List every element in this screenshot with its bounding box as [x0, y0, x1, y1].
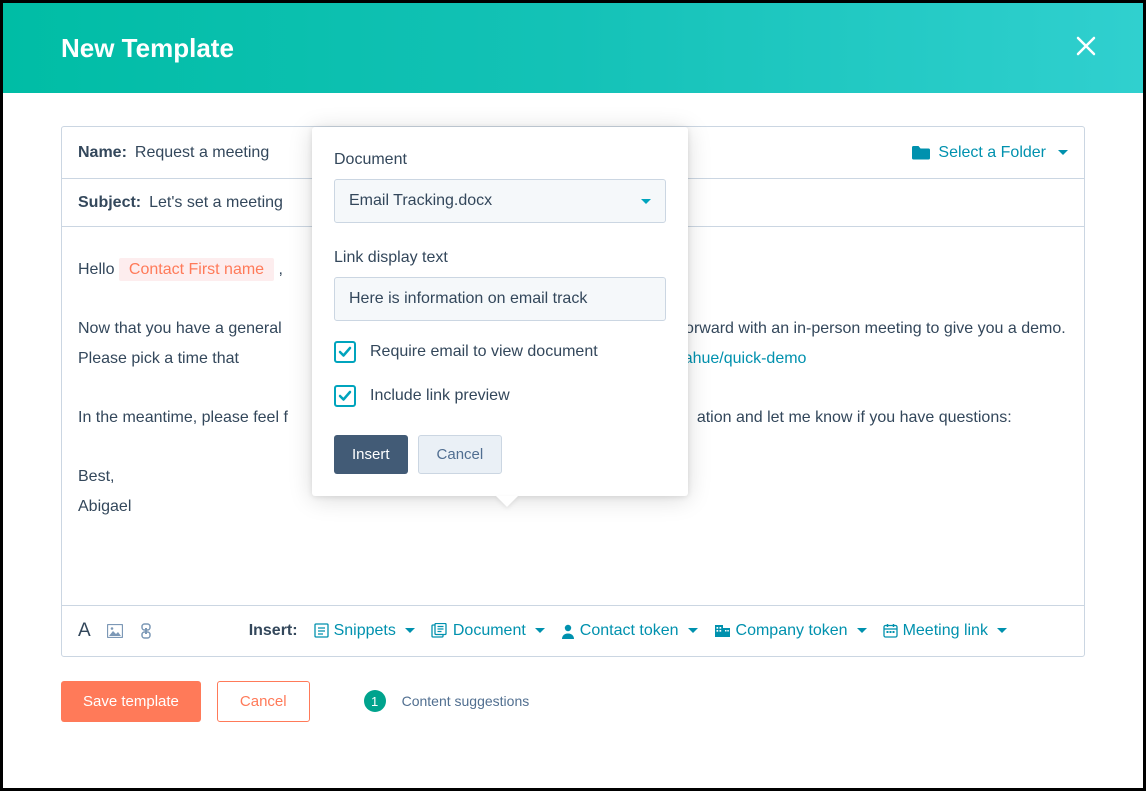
subject-value[interactable]: Let's set a meeting	[149, 194, 283, 212]
body-para2a: In the meantime, please feel f	[78, 409, 288, 426]
chevron-down-icon	[997, 628, 1007, 633]
document-icon	[431, 623, 448, 638]
contact-icon	[561, 623, 575, 639]
name-value[interactable]: Request a meeting	[135, 144, 269, 162]
body-para1a: Now that you have a general	[78, 320, 286, 337]
document-select-value: Email Tracking.docx	[349, 192, 492, 210]
subject-label: Subject:	[78, 194, 141, 212]
folder-select[interactable]: Select a Folder	[912, 144, 1068, 162]
editor-toolbar: A Insert: Snippets Document Contact toke	[62, 605, 1084, 656]
require-email-checkbox[interactable]	[334, 341, 356, 363]
chevron-down-icon	[857, 628, 867, 633]
chevron-down-icon	[535, 628, 545, 633]
link-display-text-input[interactable]	[334, 277, 666, 321]
modal-header: New Template	[3, 3, 1143, 93]
include-preview-label: Include link preview	[370, 387, 510, 405]
link-icon[interactable]	[139, 623, 153, 639]
text-style-icon[interactable]: A	[78, 620, 91, 642]
modal-title: New Template	[61, 33, 234, 64]
insert-snippets[interactable]: Snippets	[314, 622, 415, 640]
company-icon	[714, 623, 731, 638]
popover-insert-button[interactable]: Insert	[334, 435, 408, 474]
contact-token-chip[interactable]: Contact First name	[119, 258, 274, 281]
close-icon[interactable]	[1075, 34, 1097, 62]
folder-label: Select a Folder	[938, 144, 1046, 162]
document-select[interactable]: Email Tracking.docx	[334, 179, 666, 223]
document-insert-popover: Document Email Tracking.docx Link displa…	[312, 127, 688, 496]
chevron-down-icon	[641, 199, 651, 204]
body-greeting-suffix: ,	[279, 261, 283, 278]
chevron-down-icon	[688, 628, 698, 633]
insert-meeting-link[interactable]: Meeting link	[883, 622, 1007, 640]
footer-row: Save template Cancel 1 Content suggestio…	[61, 657, 1085, 722]
content-suggestions-label[interactable]: Content suggestions	[402, 693, 530, 709]
save-template-button[interactable]: Save template	[61, 681, 201, 722]
document-select-label: Document	[334, 151, 666, 169]
folder-icon	[912, 145, 930, 160]
snippets-icon	[314, 623, 329, 638]
popover-cancel-button[interactable]: Cancel	[418, 435, 503, 474]
body-para2b: ation and let me know if you have questi…	[697, 409, 1012, 426]
image-icon[interactable]	[107, 624, 123, 638]
calendar-icon	[883, 623, 898, 638]
insert-company-token[interactable]: Company token	[714, 622, 867, 640]
signoff-name: Abigael	[78, 492, 1068, 522]
name-label: Name:	[78, 144, 127, 162]
chevron-down-icon	[1058, 150, 1068, 155]
link-text-label: Link display text	[334, 249, 666, 267]
cancel-button[interactable]: Cancel	[217, 681, 310, 722]
chevron-down-icon	[405, 628, 415, 633]
suggestions-count-badge[interactable]: 1	[364, 690, 386, 712]
require-email-label: Require email to view document	[370, 343, 598, 361]
body-greeting-prefix: Hello	[78, 261, 119, 278]
insert-contact-token[interactable]: Contact token	[561, 622, 698, 640]
insert-label: Insert:	[249, 622, 298, 640]
include-preview-checkbox[interactable]	[334, 385, 356, 407]
insert-document[interactable]: Document	[431, 622, 545, 640]
